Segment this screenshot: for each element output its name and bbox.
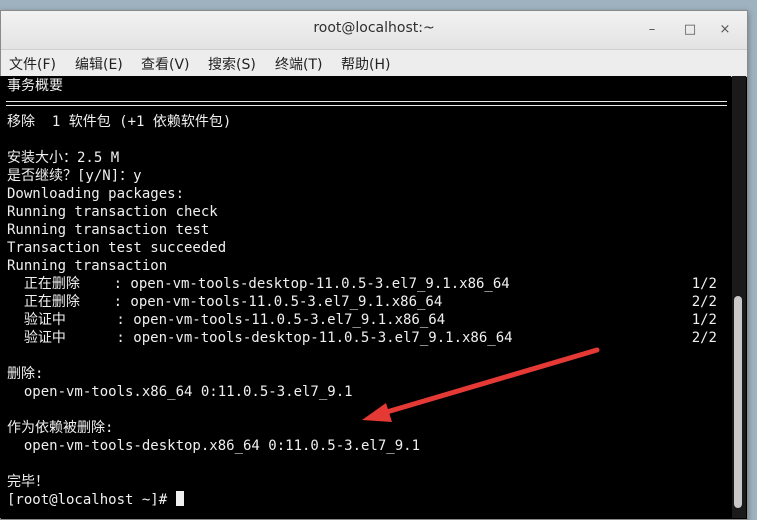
- prompt-text: [root@localhost ~]#: [7, 492, 168, 508]
- progress-count: 1/2: [691, 312, 717, 328]
- menu-terminal[interactable]: 终端(T): [275, 54, 322, 74]
- scrollbar-thumb[interactable]: [734, 296, 742, 508]
- terminal-line: Running transaction test: [7, 222, 210, 238]
- separator-line: [6, 101, 727, 102]
- text-cursor: [175, 491, 184, 506]
- progress-count: 1/2: [691, 276, 717, 292]
- terminal-output[interactable]: 事务概要 移除 1 软件包 (+1 依赖软件包) 安装大小：2.5 M 是否继续…: [0, 76, 731, 518]
- maximize-button[interactable]: □: [681, 21, 699, 39]
- progress-count: 2/2: [691, 294, 717, 310]
- terminal-line: 删除:: [7, 366, 44, 382]
- terminal-line: Running transaction: [7, 258, 168, 274]
- menu-edit[interactable]: 编辑(E): [75, 54, 123, 74]
- menu-file[interactable]: 文件(F): [9, 54, 56, 74]
- title-bar[interactable]: root@localhost:~ – □ ×: [1, 11, 747, 50]
- terminal-line: 安装大小：2.5 M: [7, 150, 120, 166]
- terminal-line: 是否继续？[y/N]：y: [7, 168, 142, 184]
- terminal-line: 完毕！: [7, 474, 49, 490]
- terminal-line: Transaction test succeeded: [7, 240, 227, 256]
- progress-count: 2/2: [691, 330, 717, 346]
- menu-bar: 文件(F) 编辑(E) 查看(V) 搜索(S) 终端(T) 帮助(H): [1, 50, 747, 77]
- terminal-line: 作为依赖被删除:: [7, 420, 114, 436]
- terminal-line: 事务概要: [7, 78, 63, 94]
- terminal-line: open-vm-tools-desktop.x86_64 0:11.0.5-3.…: [7, 438, 421, 454]
- window-title: root@localhost:~: [313, 20, 435, 36]
- menu-search[interactable]: 搜索(S): [208, 54, 256, 74]
- terminal-line: 验证中 : open-vm-tools-11.0.5-3.el7_9.1.x86…: [7, 312, 446, 328]
- terminal-line: 正在删除 : open-vm-tools-desktop-11.0.5-3.el…: [7, 276, 510, 292]
- minimize-button[interactable]: –: [643, 21, 661, 39]
- close-button[interactable]: ×: [716, 21, 734, 39]
- terminal-line: 验证中 : open-vm-tools-desktop-11.0.5-3.el7…: [7, 330, 513, 346]
- terminal-line: Downloading packages:: [7, 186, 185, 202]
- terminal-line: open-vm-tools.x86_64 0:11.0.5-3.el7_9.1: [7, 384, 353, 400]
- shell-prompt: [root@localhost ~]#: [7, 491, 184, 509]
- terminal-line: Running transaction check: [7, 204, 218, 220]
- terminal-line: 正在删除 : open-vm-tools-11.0.5-3.el7_9.1.x8…: [7, 294, 443, 310]
- separator-line: [6, 105, 727, 106]
- menu-help[interactable]: 帮助(H): [341, 54, 390, 74]
- menu-view[interactable]: 查看(V): [141, 54, 190, 74]
- terminal-line: 移除 1 软件包 (+1 依赖软件包): [7, 114, 232, 130]
